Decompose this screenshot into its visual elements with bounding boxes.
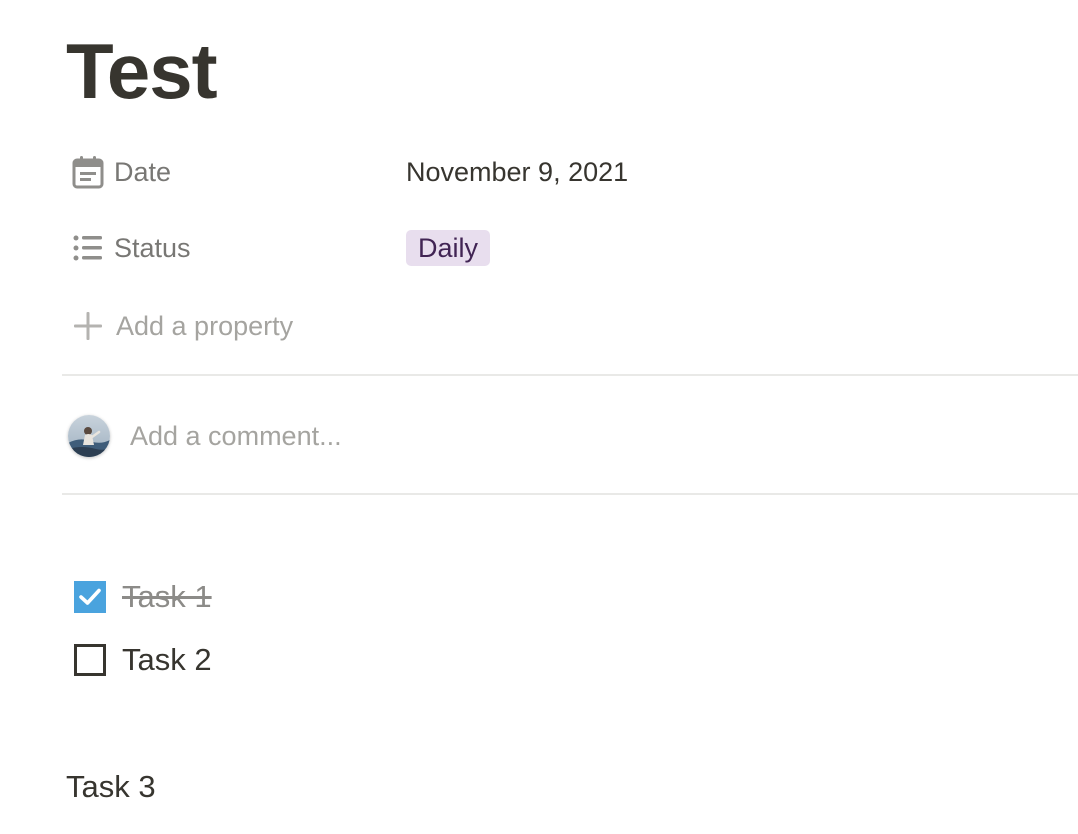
calendar-icon bbox=[70, 154, 106, 190]
property-row-status: Status Daily bbox=[62, 226, 1062, 270]
property-label-date: Date bbox=[114, 156, 172, 187]
list-icon bbox=[70, 230, 106, 266]
property-name-date[interactable]: Date bbox=[62, 150, 406, 194]
property-value-date[interactable]: November 9, 2021 bbox=[406, 157, 628, 188]
plus-icon bbox=[70, 308, 106, 344]
checkmark-icon bbox=[79, 588, 101, 605]
avatar bbox=[68, 415, 110, 457]
divider bbox=[62, 374, 1078, 376]
property-row-date: Date November 9, 2021 bbox=[62, 150, 1062, 194]
checkbox-unchecked[interactable] bbox=[74, 644, 106, 676]
text-block[interactable]: Task 3 bbox=[66, 769, 156, 805]
add-property-label: Add a property bbox=[116, 310, 294, 341]
page-title[interactable]: Test bbox=[66, 26, 218, 116]
todo-item: Task 2 bbox=[74, 640, 212, 680]
add-property-button[interactable]: Add a property bbox=[62, 304, 1062, 348]
todo-label[interactable]: Task 2 bbox=[122, 642, 212, 678]
checkbox-checked[interactable] bbox=[74, 581, 106, 613]
todo-label[interactable]: Task 1 bbox=[122, 579, 212, 615]
status-tag[interactable]: Daily bbox=[406, 230, 491, 266]
comment-input[interactable]: Add a comment... bbox=[130, 421, 342, 452]
property-name-status[interactable]: Status bbox=[62, 226, 406, 270]
divider bbox=[62, 493, 1078, 495]
property-label-status: Status bbox=[114, 232, 191, 263]
comment-row: Add a comment... bbox=[68, 414, 342, 458]
todo-item: Task 1 bbox=[74, 577, 212, 617]
